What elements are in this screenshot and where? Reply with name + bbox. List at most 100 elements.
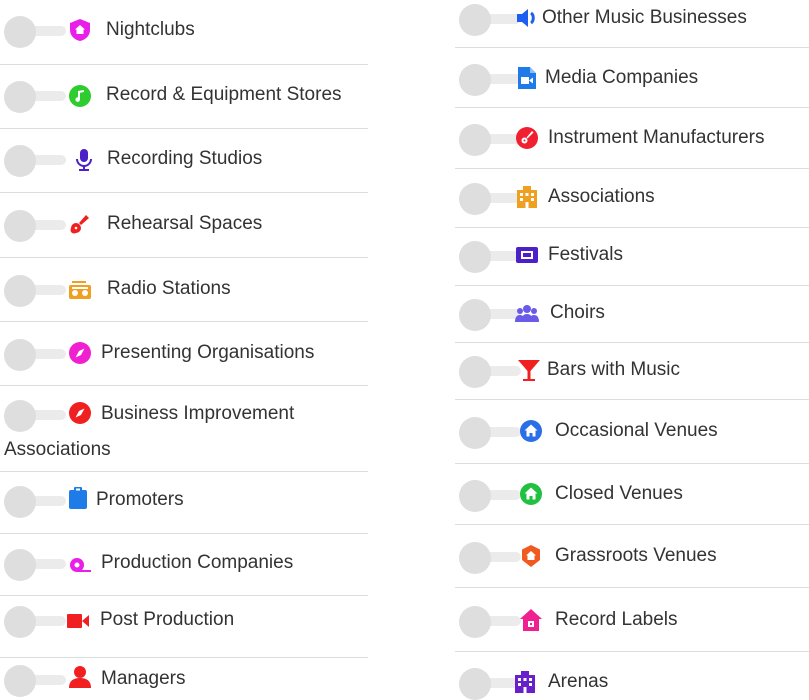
toggle-knob[interactable] bbox=[4, 606, 36, 638]
toggle-knob[interactable] bbox=[4, 275, 36, 307]
label-record-labels: Record Labels bbox=[555, 609, 678, 630]
shield-home-icon bbox=[70, 19, 90, 41]
toggle-knob[interactable] bbox=[459, 183, 491, 215]
toggle-associations[interactable] bbox=[459, 180, 521, 215]
label-recording-studios: Recording Studios bbox=[107, 148, 263, 169]
toggle-knob[interactable] bbox=[4, 549, 36, 581]
toggle-knob[interactable] bbox=[4, 210, 36, 242]
label-closed-venues: Closed Venues bbox=[555, 483, 683, 504]
speaker-icon bbox=[517, 9, 535, 27]
toggle-instrument-manufacturers[interactable] bbox=[459, 121, 521, 156]
toggle-knob[interactable] bbox=[4, 339, 36, 371]
toggle-production-companies[interactable] bbox=[4, 546, 66, 581]
row-divider bbox=[0, 192, 368, 193]
building-icon bbox=[515, 671, 535, 693]
toggle-knob[interactable] bbox=[459, 241, 491, 273]
label-arenas: Arenas bbox=[548, 671, 609, 692]
toggle-knob[interactable] bbox=[459, 480, 491, 512]
toggle-knob[interactable] bbox=[459, 606, 491, 638]
row-divider bbox=[455, 463, 809, 464]
video-file-icon bbox=[518, 67, 536, 89]
home-circle-icon bbox=[520, 483, 542, 505]
video-camera-icon bbox=[67, 614, 89, 628]
radio-icon bbox=[69, 281, 91, 299]
house-icon bbox=[520, 609, 542, 631]
row-divider bbox=[455, 227, 809, 228]
toggle-promoters[interactable] bbox=[4, 483, 66, 518]
row-divider bbox=[455, 285, 809, 286]
group-icon bbox=[515, 305, 539, 322]
toggle-rehearsal-spaces[interactable] bbox=[4, 207, 66, 242]
home-shield-icon bbox=[522, 545, 540, 567]
toggle-other-music-businesses[interactable] bbox=[459, 1, 521, 36]
compass-icon bbox=[69, 342, 91, 364]
row-divider bbox=[0, 321, 368, 322]
label-business-improvement-associations: Business Improvement Associations bbox=[4, 403, 295, 460]
row-divider bbox=[455, 651, 809, 652]
toggle-arenas[interactable] bbox=[459, 665, 521, 700]
toggle-post-production[interactable] bbox=[4, 603, 66, 638]
label-post-production: Post Production bbox=[100, 609, 235, 630]
toggle-closed-venues[interactable] bbox=[459, 477, 521, 512]
toggle-knob[interactable] bbox=[4, 145, 36, 177]
toggle-knob[interactable] bbox=[459, 356, 491, 388]
user-icon bbox=[69, 666, 91, 688]
toggle-knob[interactable] bbox=[459, 668, 491, 700]
toggle-occasional-venues[interactable] bbox=[459, 414, 521, 449]
label-nightclubs: Nightclubs bbox=[106, 19, 195, 40]
label-choirs: Choirs bbox=[550, 302, 605, 323]
toggle-record-labels[interactable] bbox=[459, 603, 521, 638]
row-divider bbox=[0, 257, 368, 258]
toggle-recording-studios[interactable] bbox=[4, 142, 66, 177]
label-grassroots-venues: Grassroots Venues bbox=[555, 545, 717, 566]
label-presenting-organisations: Presenting Organisations bbox=[101, 342, 315, 363]
label-promoters: Promoters bbox=[96, 489, 184, 510]
ticket-icon bbox=[516, 247, 538, 263]
toggle-bars-with-music[interactable] bbox=[459, 353, 521, 388]
cocktail-icon bbox=[518, 360, 540, 381]
music-note-icon bbox=[69, 85, 91, 107]
label-media-companies: Media Companies bbox=[545, 67, 699, 88]
toggle-grassroots-venues[interactable] bbox=[459, 539, 521, 574]
row-divider bbox=[0, 385, 368, 386]
toggle-knob[interactable] bbox=[459, 124, 491, 156]
toggle-media-companies[interactable] bbox=[459, 61, 521, 96]
toggle-festivals[interactable] bbox=[459, 238, 521, 273]
clipboard-icon bbox=[69, 487, 87, 509]
row-divider bbox=[0, 471, 368, 472]
row-divider bbox=[455, 524, 809, 525]
toggle-radio-stations[interactable] bbox=[4, 272, 66, 307]
toggle-knob[interactable] bbox=[4, 665, 36, 697]
label-rehearsal-spaces: Rehearsal Spaces bbox=[107, 213, 263, 234]
building-icon bbox=[517, 186, 537, 208]
label-other-music-businesses: Other Music Businesses bbox=[542, 7, 747, 28]
toggle-managers[interactable] bbox=[4, 662, 66, 697]
toggle-knob[interactable] bbox=[459, 299, 491, 331]
toggle-record-and-equipment-stores[interactable] bbox=[4, 78, 66, 113]
row-divider bbox=[0, 657, 368, 658]
label-associations: Associations bbox=[548, 186, 655, 207]
row-divider bbox=[455, 342, 809, 343]
toggle-knob[interactable] bbox=[459, 417, 491, 449]
toggle-knob[interactable] bbox=[459, 4, 491, 36]
toggle-presenting-organisations[interactable] bbox=[4, 336, 66, 371]
toggle-knob[interactable] bbox=[459, 64, 491, 96]
row-divider bbox=[0, 64, 368, 65]
toggle-knob[interactable] bbox=[4, 16, 36, 48]
toggle-choirs[interactable] bbox=[459, 296, 521, 331]
toggle-knob[interactable] bbox=[459, 542, 491, 574]
row-divider bbox=[0, 533, 368, 534]
label-production-companies: Production Companies bbox=[101, 552, 294, 573]
label-bars-with-music: Bars with Music bbox=[547, 359, 681, 380]
toggle-nightclubs[interactable] bbox=[4, 13, 66, 48]
row-divider bbox=[455, 47, 809, 48]
label-managers: Managers bbox=[101, 668, 186, 689]
label-occasional-venues: Occasional Venues bbox=[555, 420, 718, 441]
home-circle-icon bbox=[520, 420, 542, 442]
row-divider bbox=[455, 168, 809, 169]
microphone-icon bbox=[76, 149, 92, 171]
toggle-knob[interactable] bbox=[4, 486, 36, 518]
label-festivals: Festivals bbox=[548, 244, 623, 265]
toggle-knob[interactable] bbox=[4, 81, 36, 113]
row-divider bbox=[0, 128, 368, 129]
